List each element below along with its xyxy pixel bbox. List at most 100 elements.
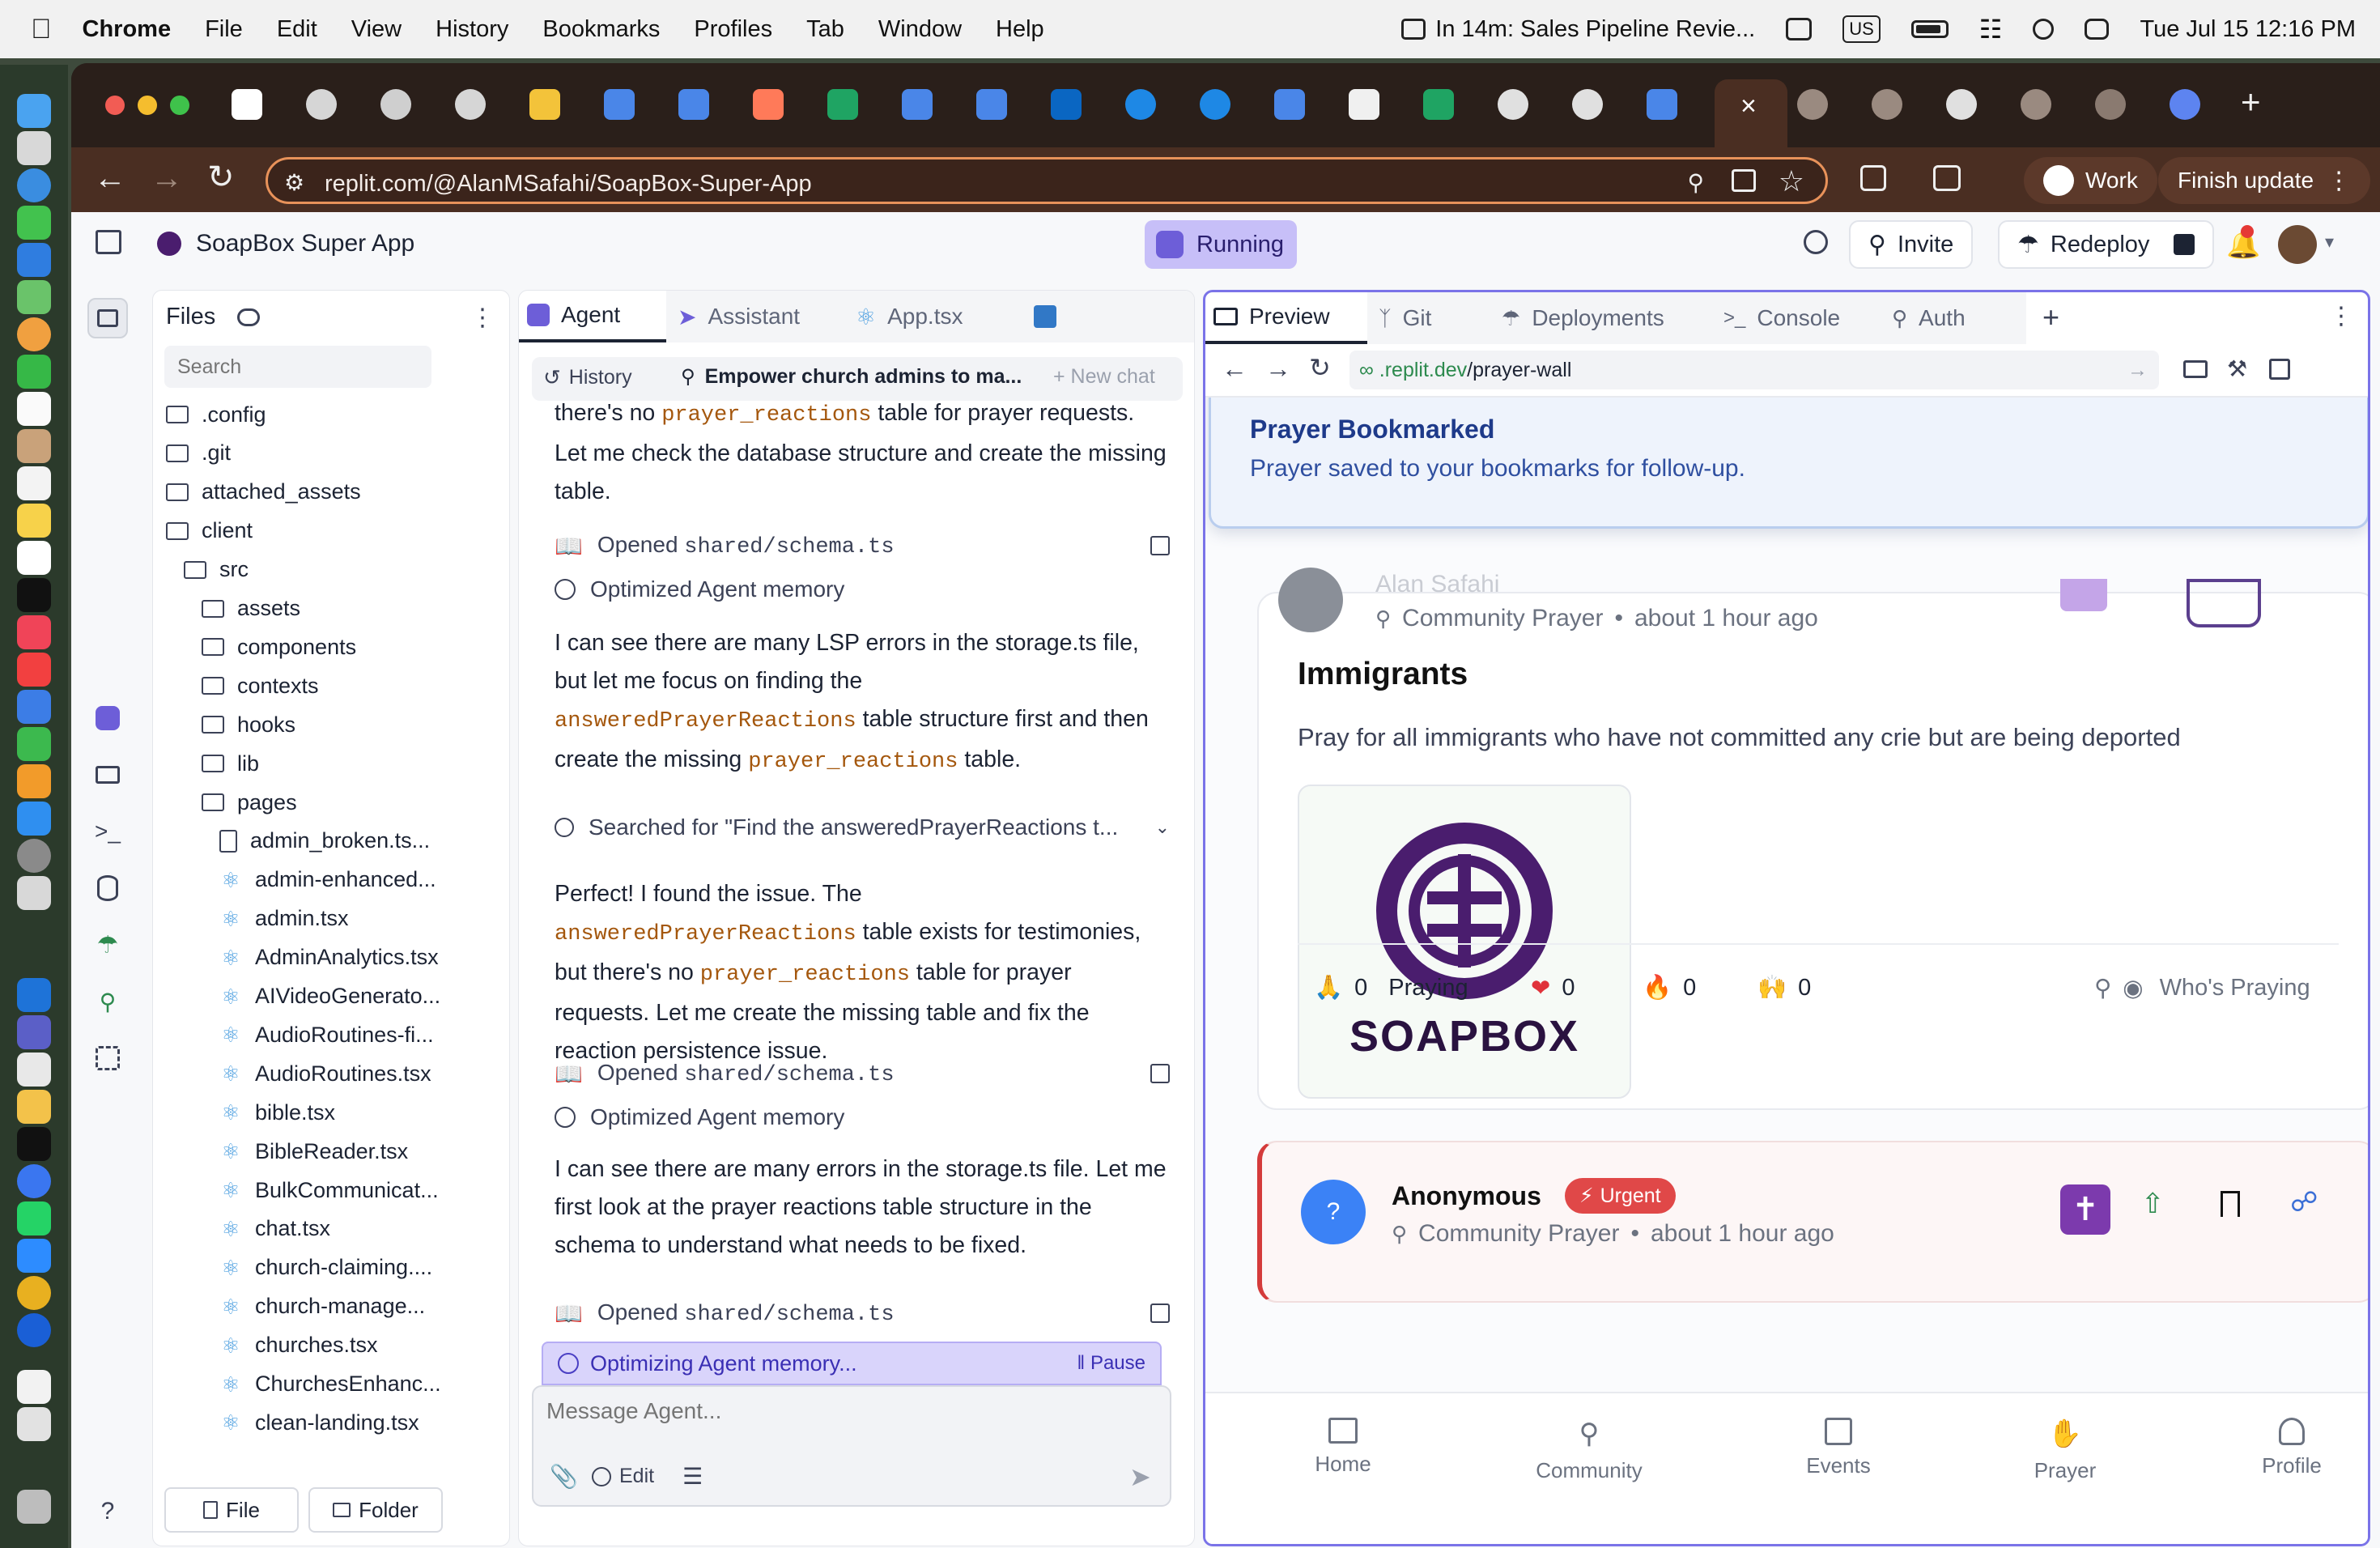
app-tab[interactable] (1349, 89, 1379, 120)
numbers-icon[interactable] (17, 727, 51, 761)
add-tab-icon[interactable]: + (2042, 300, 2059, 334)
files-icon[interactable] (17, 1090, 51, 1124)
files-search-input[interactable] (164, 346, 431, 388)
new-tab-icon[interactable]: + (2241, 83, 2261, 121)
wifi-icon[interactable]: ☷ (1979, 14, 2003, 45)
menu-profiles[interactable]: Profiles (694, 16, 772, 43)
heart-reaction[interactable]: ❤ 0 (1531, 974, 1575, 1002)
folder-row[interactable]: assets (202, 590, 300, 627)
files-more-icon[interactable]: ⋮ (470, 304, 495, 332)
gemini-tab[interactable] (2170, 89, 2200, 120)
signal-icon[interactable] (17, 1164, 51, 1198)
menu-help[interactable]: Help (996, 16, 1044, 43)
tab-preview[interactable]: Preview (1205, 292, 1367, 344)
file-row[interactable]: ⚛ bible.tsx (219, 1094, 335, 1131)
document-icon[interactable] (17, 1370, 51, 1404)
file-row[interactable]: ⚛ AdminAnalytics.tsx (219, 939, 438, 976)
menu-tab[interactable]: Tab (806, 16, 844, 43)
spotlight-search-icon[interactable] (2033, 19, 2055, 40)
tool-call-opened-file[interactable]: 📖 Opened shared/schema.ts (555, 1293, 1170, 1333)
tab-console[interactable]: >_ Console (1712, 292, 1881, 344)
launchpad-icon[interactable] (17, 131, 51, 165)
tab-deployments[interactable]: ☂ Deployments (1490, 292, 1712, 344)
files-tool-icon[interactable] (87, 298, 128, 338)
file-row[interactable]: ⚛ chat.tsx (219, 1210, 330, 1248)
settings-icon[interactable] (17, 839, 51, 873)
facetime-icon[interactable] (17, 355, 51, 389)
search-icon[interactable] (1804, 230, 1828, 254)
appstore-icon[interactable] (17, 802, 51, 836)
reload-icon[interactable]: ↻ (1309, 352, 1331, 383)
menu-file[interactable]: File (205, 16, 243, 43)
tab-agent[interactable]: Agent (519, 291, 666, 342)
folder-row[interactable]: .git (166, 435, 231, 472)
onepassword-icon[interactable] (17, 1313, 51, 1347)
nav-home[interactable]: Home (1278, 1418, 1408, 1477)
folder-row[interactable]: .config (166, 396, 266, 433)
current-thread[interactable]: ⚲ Empower church admins to ma... (681, 365, 1022, 389)
google-docs-tab[interactable] (604, 89, 635, 120)
calendar-event[interactable]: In 14m: Sales Pipeline Revie... (1401, 16, 1755, 43)
file-row[interactable]: ⚛ clean-landing.tsx (219, 1404, 419, 1441)
app-avatar-icon[interactable] (157, 232, 181, 256)
new-folder-button[interactable]: Folder (308, 1487, 443, 1533)
reminders-icon[interactable] (17, 466, 51, 500)
menu-history[interactable]: History (436, 16, 508, 43)
tab-auth[interactable]: ⚲ Auth (1881, 292, 2026, 344)
menu-app-name[interactable]: Chrome (83, 16, 172, 43)
praying-reaction[interactable]: 🙏 0 Praying (1314, 974, 1468, 1002)
tab-git[interactable]: ᛉ Git (1367, 292, 1490, 344)
agent-tool-icon[interactable] (87, 698, 128, 738)
tool-call-memory[interactable]: Optimized Agent memory (555, 569, 1170, 610)
gmail-tab[interactable] (232, 89, 262, 120)
new-file-button[interactable]: File (164, 1487, 299, 1533)
tool-call-opened-file[interactable]: 📖 Opened shared/schema.ts (555, 1053, 1170, 1094)
back-icon[interactable]: ← (1222, 354, 1247, 384)
address-bar[interactable]: ⚙ replit.com/@AlanMSafahi/SoapBox-Super-… (266, 157, 1828, 204)
back-icon[interactable]: ← (94, 160, 126, 197)
hubspot-tab[interactable] (753, 89, 784, 120)
share-icon[interactable]: ☍ (2290, 1186, 2318, 1218)
globe-tab[interactable] (1872, 89, 1902, 120)
google-docs-tab[interactable] (1647, 89, 1677, 120)
contacts-icon[interactable] (17, 429, 51, 463)
tab-app-tsx[interactable]: ⚛ App.tsx (844, 291, 1021, 342)
folder-row[interactable]: hooks (202, 706, 295, 743)
file-row[interactable]: admin_broken.ts... (219, 823, 430, 860)
maps-icon[interactable] (17, 280, 51, 314)
redeploy-button[interactable]: ☂ Redeploy (1998, 220, 2215, 269)
whos-praying-button[interactable]: ⚲ ◉ Who's Praying (2094, 974, 2310, 1002)
teams-app-icon[interactable] (17, 1015, 51, 1049)
install-app-icon[interactable] (1732, 169, 1756, 192)
file-row[interactable]: ⚛ AIVideoGenerato... (219, 978, 440, 1015)
forward-icon[interactable]: → (1265, 354, 1291, 384)
openai-tab[interactable] (380, 89, 411, 120)
google-docs-tab[interactable] (1274, 89, 1305, 120)
file-row[interactable]: ⚛ church-manage... (219, 1288, 425, 1325)
open-external-icon[interactable] (1150, 1303, 1170, 1323)
tool-call-search[interactable]: Searched for "Find the answeredPrayerRea… (555, 807, 1170, 848)
menu-view[interactable]: View (351, 16, 402, 43)
auth-tool-icon[interactable]: ⚲ (87, 981, 128, 1022)
outlook-icon[interactable] (17, 978, 51, 1012)
deployments-tool-icon[interactable]: ☂ (87, 925, 128, 965)
forward-icon[interactable]: → (151, 160, 183, 197)
close-tab-icon[interactable]: × (1740, 91, 1757, 122)
folder-row[interactable]: src (184, 551, 249, 589)
folder-row[interactable]: components (202, 628, 356, 666)
edit-mode-button[interactable]: Edit (592, 1465, 654, 1488)
preview-app-icon[interactable] (17, 876, 51, 910)
post-image[interactable]: SOAPBOX (1298, 785, 1631, 1099)
globe-tab[interactable] (455, 89, 486, 120)
music-icon[interactable] (17, 615, 51, 649)
author-name[interactable]: Anonymous (1392, 1181, 1541, 1211)
photos-icon[interactable] (17, 317, 51, 351)
pages-icon[interactable] (17, 764, 51, 798)
battery-icon[interactable] (1910, 20, 1949, 38)
openai-tab[interactable] (1498, 89, 1528, 120)
zoom-icon[interactable] (17, 1239, 51, 1273)
folder-row[interactable]: client (166, 512, 253, 550)
new-chat-button[interactable]: + New chat (1053, 365, 1155, 389)
safari-tab[interactable] (1125, 89, 1156, 120)
bookmark-icon[interactable] (2221, 1191, 2240, 1217)
